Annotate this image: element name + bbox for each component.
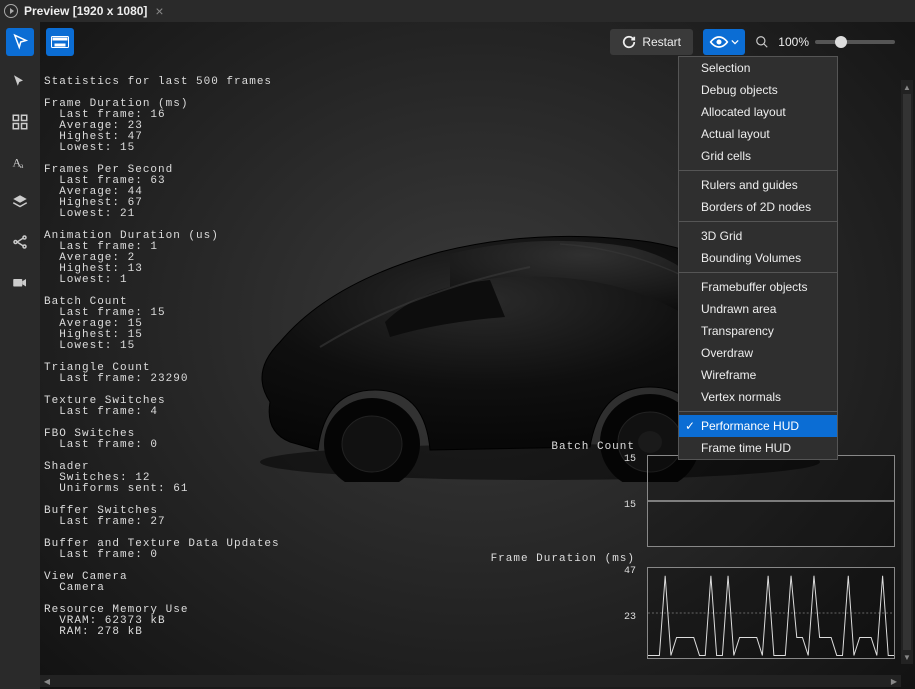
dropdown-item[interactable]: Overdraw <box>679 342 837 364</box>
scroll-left-icon[interactable]: ◀ <box>40 675 54 687</box>
visibility-dropdown-button[interactable] <box>703 29 745 55</box>
visibility-dropdown-menu: SelectionDebug objectsAllocated layoutAc… <box>678 56 838 460</box>
zoom-slider[interactable] <box>815 40 895 44</box>
select-tool-button[interactable] <box>6 68 34 96</box>
dropdown-item[interactable]: Wireframe <box>679 364 837 386</box>
dropdown-item[interactable]: 3D Grid <box>679 225 837 247</box>
vertical-scrollbar[interactable]: ▲ ▼ <box>901 80 913 664</box>
pointer-tool-button[interactable] <box>6 28 34 56</box>
dropdown-item[interactable]: Vertex normals <box>679 386 837 408</box>
zoom-slider-thumb[interactable] <box>835 36 847 48</box>
node-tool-button[interactable] <box>6 228 34 256</box>
dropdown-item[interactable]: Framebuffer objects <box>679 276 837 298</box>
svg-text:a: a <box>20 161 24 170</box>
scroll-down-icon[interactable]: ▼ <box>901 650 913 664</box>
title-bar: Preview [1920 x 1080] × <box>0 0 915 22</box>
dropdown-item[interactable]: Borders of 2D nodes <box>679 196 837 218</box>
performance-stats-overlay: Statistics for last 500 frames Frame Dur… <box>44 77 280 638</box>
dropdown-item[interactable]: Undrawn area <box>679 298 837 320</box>
hud-frame-graph: 47 23 <box>647 567 895 659</box>
dropdown-item[interactable]: Frame time HUD <box>679 437 837 459</box>
horizontal-scrollbar[interactable]: ◀ ▶ <box>40 675 901 687</box>
keyboard-input-button[interactable] <box>46 28 74 56</box>
dropdown-item[interactable]: Actual layout <box>679 123 837 145</box>
text-tool-button[interactable]: Aa <box>6 148 34 176</box>
dropdown-item[interactable]: Allocated layout <box>679 101 837 123</box>
dropdown-item[interactable]: Transparency <box>679 320 837 342</box>
left-toolbar: Aa <box>0 22 40 689</box>
hud-frame-label: Frame Duration (ms) <box>491 553 895 565</box>
restart-label: Restart <box>642 35 681 49</box>
close-tab-icon[interactable]: × <box>155 3 163 19</box>
hud-panels: Batch Count 15 15 Frame Duration (ms) 47… <box>491 435 895 659</box>
zoom-icon[interactable] <box>755 35 769 49</box>
dropdown-item[interactable]: Grid cells <box>679 145 837 167</box>
dropdown-item[interactable]: Bounding Volumes <box>679 247 837 269</box>
hud-batch-graph: 15 15 <box>647 455 895 547</box>
window-title: Preview [1920 x 1080] <box>24 4 147 18</box>
dropdown-item[interactable]: Selection <box>679 57 837 79</box>
viewport-toolbar: Restart 100% <box>46 28 895 56</box>
scroll-up-icon[interactable]: ▲ <box>901 80 913 94</box>
restart-button[interactable]: Restart <box>610 29 693 55</box>
camera-tool-button[interactable] <box>6 268 34 296</box>
scroll-right-icon[interactable]: ▶ <box>887 675 901 687</box>
dropdown-item[interactable]: Debug objects <box>679 79 837 101</box>
preview-play-icon <box>4 4 18 18</box>
layers-tool-button[interactable] <box>6 188 34 216</box>
dropdown-item[interactable]: Performance HUD <box>679 415 837 437</box>
grid-tool-button[interactable] <box>6 108 34 136</box>
zoom-percentage: 100% <box>775 35 809 49</box>
dropdown-item[interactable]: Rulers and guides <box>679 174 837 196</box>
